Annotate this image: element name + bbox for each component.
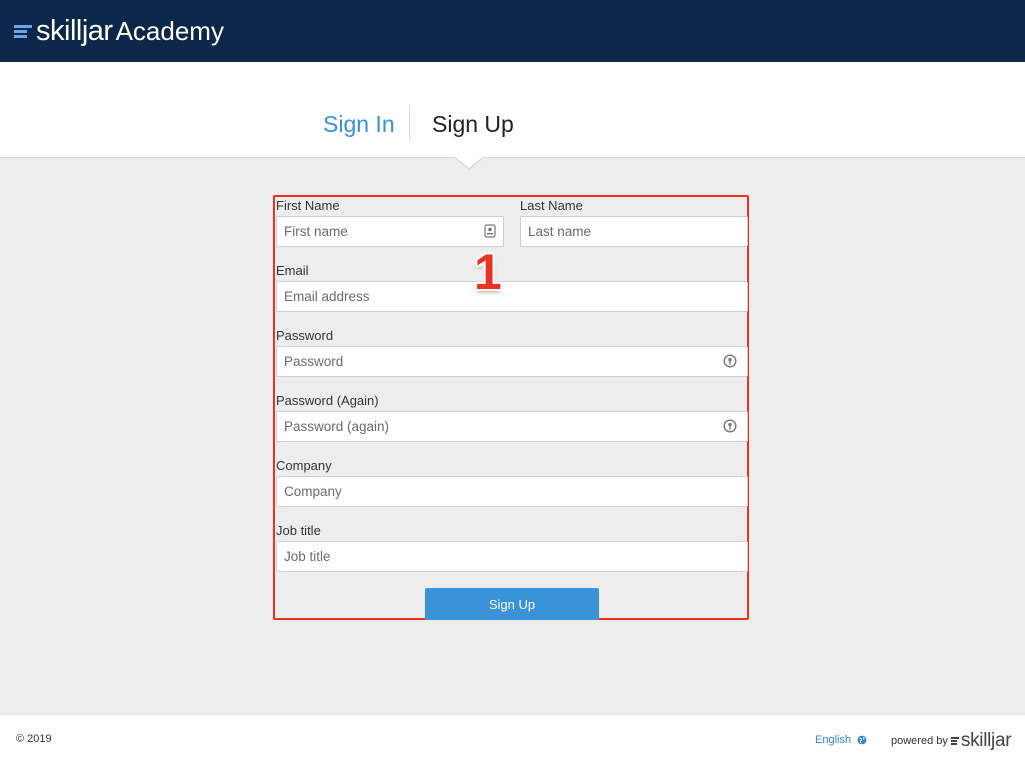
- language-selector[interactable]: English: [815, 734, 867, 746]
- annotation-number: 1: [474, 244, 502, 300]
- password-key-icon[interactable]: [723, 354, 737, 368]
- globe-icon[interactable]: [857, 735, 867, 745]
- first-name-label: First Name: [276, 198, 340, 213]
- auth-tabs: Sign In Sign Up: [0, 62, 1025, 158]
- email-label: Email: [276, 263, 309, 278]
- top-header: skilljar Academy: [0, 0, 1025, 62]
- first-name-input[interactable]: [276, 216, 504, 247]
- copyright-text: © 2019: [16, 733, 52, 745]
- logo-suffix: Academy: [115, 16, 224, 46]
- job-title-input[interactable]: [276, 541, 748, 572]
- job-title-label: Job title: [276, 523, 321, 538]
- skilljar-logo-mark-icon: [14, 23, 32, 39]
- company-label: Company: [276, 458, 332, 473]
- powered-by[interactable]: powered by skilljar: [891, 730, 1012, 752]
- last-name-label: Last Name: [520, 198, 583, 213]
- powered-by-text: powered by: [891, 735, 948, 747]
- language-label[interactable]: English: [815, 734, 851, 746]
- tab-sign-in[interactable]: Sign In: [323, 110, 395, 138]
- sign-up-button[interactable]: Sign Up: [425, 588, 599, 620]
- email-input[interactable]: [276, 281, 748, 312]
- site-logo[interactable]: skilljar Academy: [14, 13, 224, 49]
- footer: © 2019 English powered by skilljar: [0, 714, 1025, 765]
- password-again-input[interactable]: [276, 411, 748, 442]
- skilljar-logo-mark-icon: [950, 737, 959, 745]
- tab-divider: [409, 106, 410, 141]
- active-tab-pointer: [454, 156, 484, 168]
- password-input[interactable]: [276, 346, 748, 377]
- logo-wordmark: skilljar: [36, 14, 113, 47]
- password-again-label: Password (Again): [276, 393, 379, 408]
- password-label: Password: [276, 328, 334, 343]
- footer-logo-word: skilljar: [960, 730, 1012, 751]
- company-input[interactable]: [276, 476, 748, 507]
- tab-sign-up[interactable]: Sign Up: [432, 110, 514, 138]
- contact-card-icon[interactable]: [483, 224, 497, 238]
- skilljar-footer-logo[interactable]: skilljar: [950, 730, 1012, 752]
- password-key-icon[interactable]: [723, 419, 737, 433]
- last-name-input[interactable]: [520, 216, 748, 247]
